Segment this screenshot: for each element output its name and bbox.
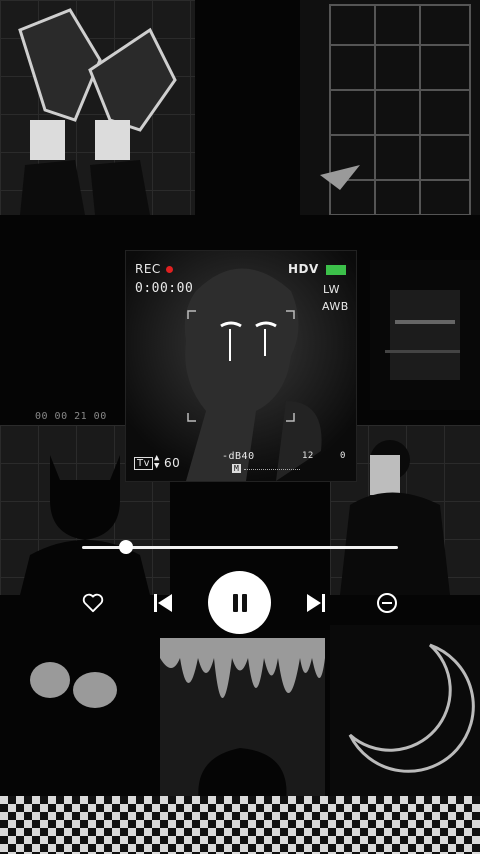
heart-icon xyxy=(82,593,104,613)
glitch-face-illustration xyxy=(385,290,460,380)
pause-icon xyxy=(232,593,247,612)
skip-previous-icon xyxy=(154,594,172,612)
shutter-arrows-icon: ▲ ▼ xyxy=(154,453,160,471)
background-tile-building xyxy=(300,0,480,215)
background-tile-sneakers xyxy=(0,0,195,215)
rec-dot-icon xyxy=(166,266,173,273)
timecode: 0:00:00 xyxy=(135,281,194,296)
background-counter: 00 00 21 00 xyxy=(35,411,107,422)
remove-button[interactable] xyxy=(374,590,400,616)
drip-illustration xyxy=(160,638,325,808)
hdv-label: HDV xyxy=(288,262,319,276)
level-0-label: 0 xyxy=(340,451,346,461)
sneakers-illustration xyxy=(18,8,177,215)
hands-illustration xyxy=(30,662,117,708)
battery-icon xyxy=(326,265,346,275)
moon-illustration xyxy=(348,643,475,773)
rec-label: REC xyxy=(135,262,161,276)
level-12-label: 12 xyxy=(302,451,314,461)
previous-button[interactable] xyxy=(150,590,176,616)
m-label: M xyxy=(232,464,242,473)
audio-level-meter xyxy=(244,469,300,473)
background-tile-glitch xyxy=(370,260,480,410)
lw-label: LW xyxy=(323,283,340,296)
like-button[interactable] xyxy=(80,590,106,616)
album-art: REC 0:00:00 HDV LW AWB Tv ▲ ▼ 60 -dB40 M … xyxy=(125,250,357,482)
background-tile-drip xyxy=(160,638,325,808)
background-tile-moon xyxy=(330,625,480,800)
building-illustration xyxy=(320,4,471,215)
play-pause-button[interactable] xyxy=(208,571,271,634)
next-button[interactable] xyxy=(303,590,329,616)
db-label: -dB40 xyxy=(222,451,255,462)
minus-circle-icon xyxy=(377,593,397,613)
skip-next-icon xyxy=(307,594,325,612)
checkerboard-strip xyxy=(0,796,480,854)
tv-label: Tv xyxy=(134,457,154,470)
awb-label: AWB xyxy=(322,300,349,313)
shutter-value: 60 xyxy=(164,456,181,470)
